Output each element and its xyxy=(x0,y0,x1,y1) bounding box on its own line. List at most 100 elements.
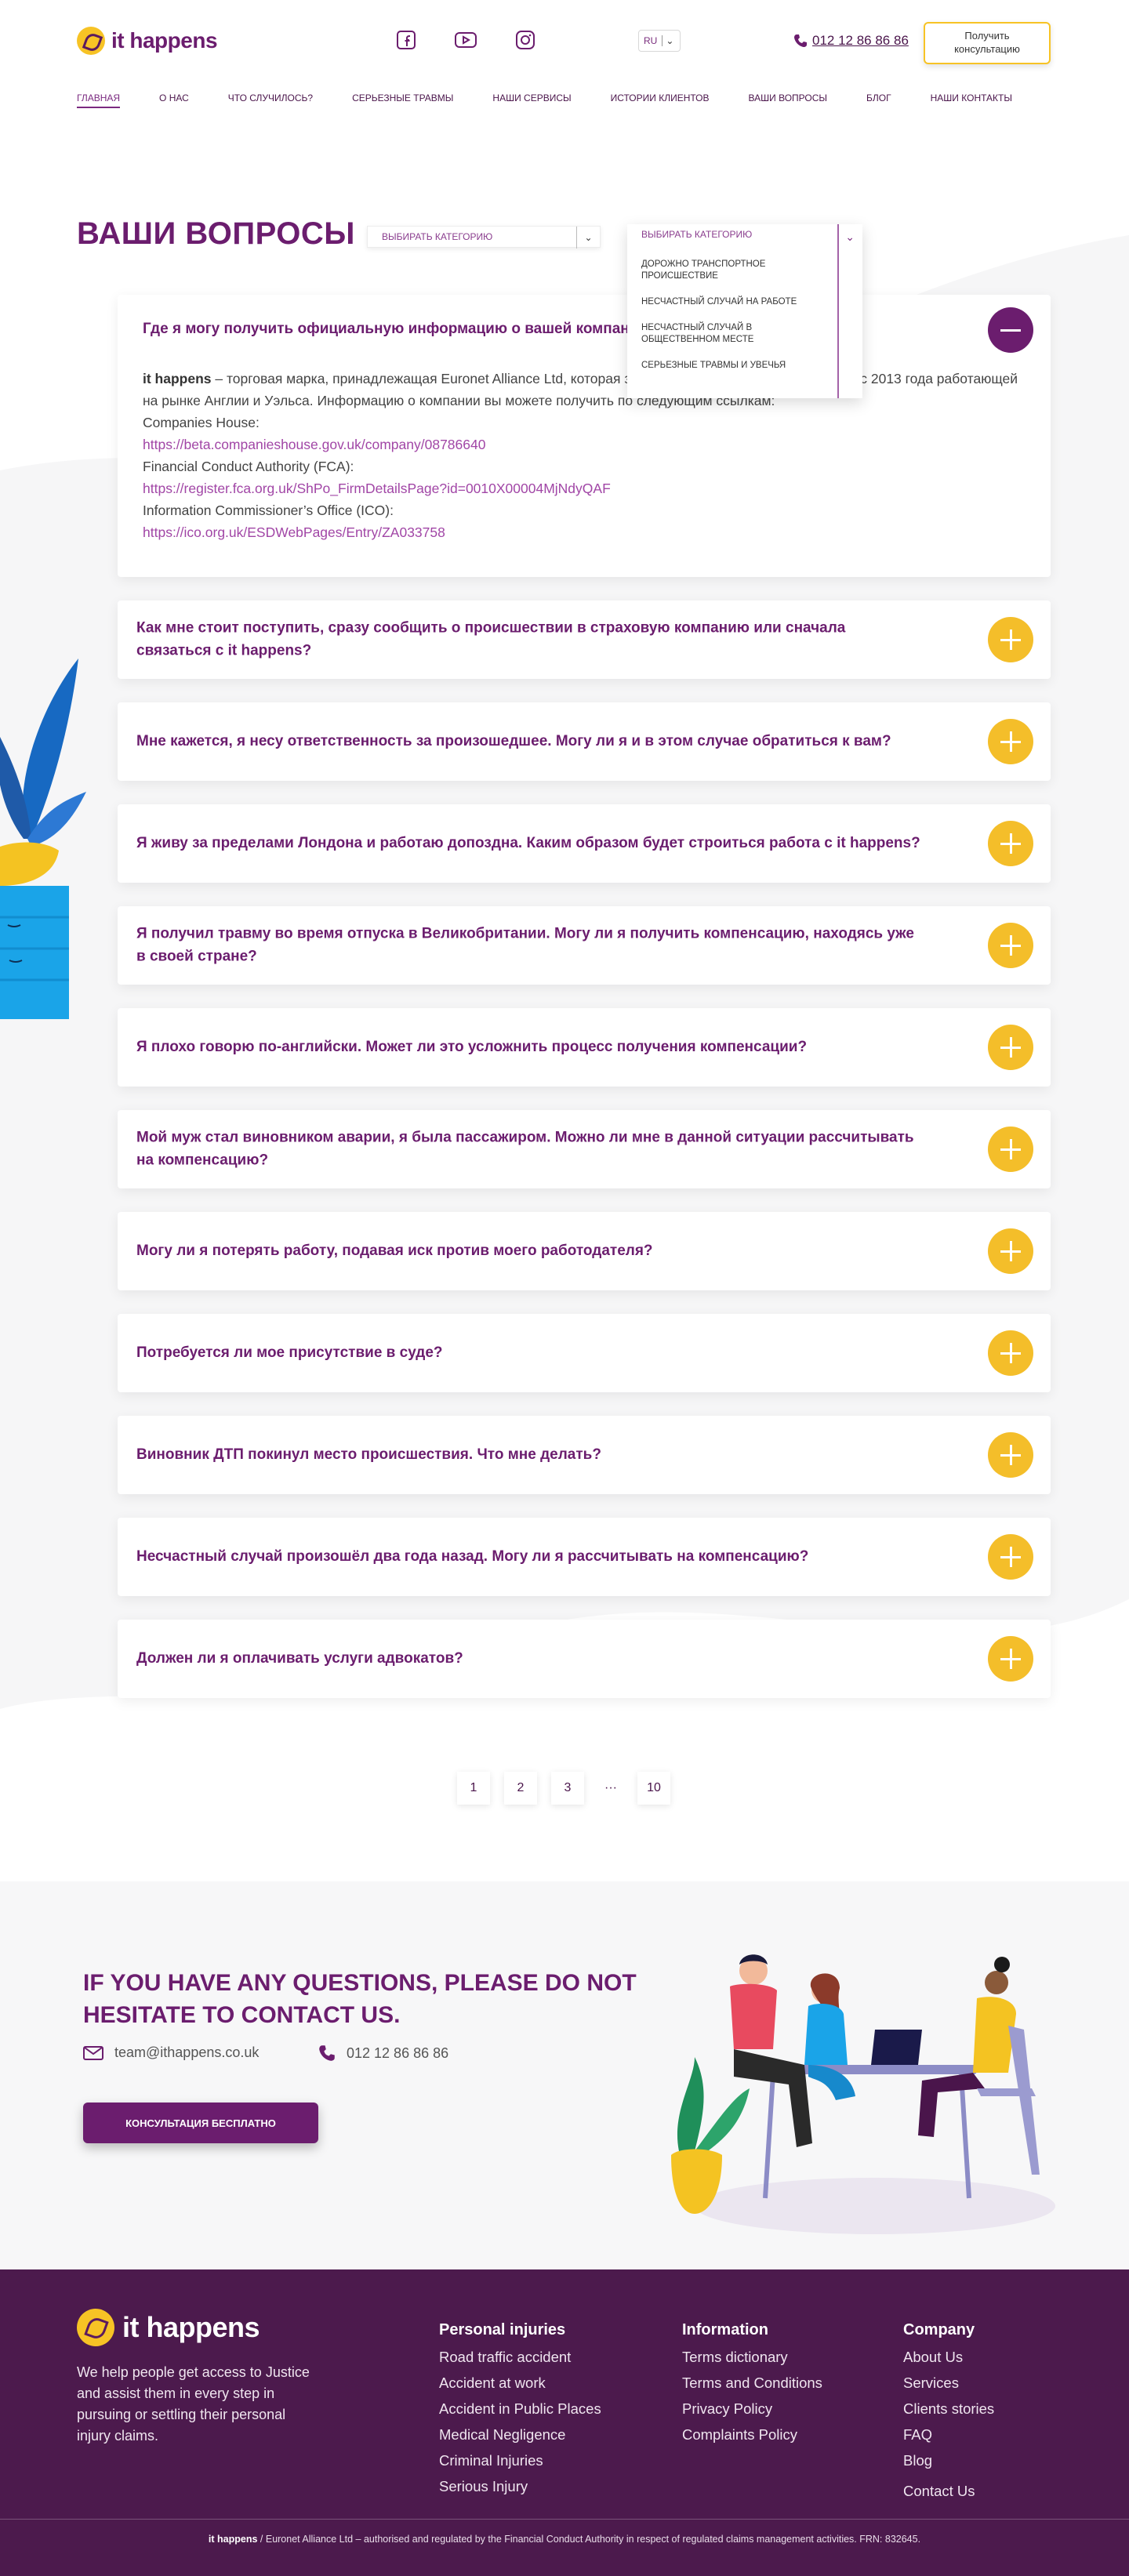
faq-question[interactable]: Мой муж стал виновником аварии, я была п… xyxy=(136,1127,920,1172)
footer-link[interactable]: About Us xyxy=(903,2344,994,2370)
faq-item[interactable]: Как мне стоит поступить, сразу сообщить … xyxy=(118,600,1051,679)
faq-item-open: Где я могу получить официальную информац… xyxy=(118,295,1051,577)
faq-question[interactable]: Должен ли я оплачивать услуги адвокатов? xyxy=(136,1648,920,1671)
page-link-10[interactable]: 10 xyxy=(637,1772,670,1805)
cta-line-1: Получить xyxy=(964,30,1010,42)
link-ico[interactable]: https://ico.org.uk/ESDWebPages/Entry/ZA0… xyxy=(143,521,1026,543)
dropdown-option-serious-injury[interactable]: Серьезные травмы и увечья xyxy=(641,360,830,372)
footer-logo[interactable]: it happens xyxy=(77,2309,260,2346)
faq-item[interactable]: Я плохо говорю по-английски. Может ли эт… xyxy=(118,1008,1051,1087)
contact-title: IF YOU HAVE ANY QUESTIONS, PLEASE DO NOT… xyxy=(83,1970,637,2028)
mail-icon xyxy=(83,2045,103,2060)
expand-icon[interactable] xyxy=(988,821,1033,866)
link-companies-house[interactable]: https://beta.companieshouse.gov.uk/compa… xyxy=(143,434,1026,455)
faq-question[interactable]: Мне кажется, я несу ответственность за п… xyxy=(136,731,920,753)
faq-item[interactable]: Виновник ДТП покинул место происшествия.… xyxy=(118,1416,1051,1494)
nav-item-client-stories[interactable]: Истории клиентов xyxy=(611,93,710,108)
nav-item-about[interactable]: О нас xyxy=(159,93,189,108)
footer-link[interactable]: Clients stories xyxy=(903,2396,994,2422)
contact-email[interactable]: team@ithappens.co.uk xyxy=(83,2044,259,2061)
nav-item-faq[interactable]: Ваши вопросы xyxy=(749,93,828,108)
expand-icon[interactable] xyxy=(988,1025,1033,1070)
nav-item-home[interactable]: Главная xyxy=(77,93,121,108)
expand-icon[interactable] xyxy=(988,1127,1033,1172)
footer-link[interactable]: Accident in Public Places xyxy=(439,2396,601,2422)
footer-link[interactable]: Services xyxy=(903,2370,994,2396)
facebook-icon[interactable] xyxy=(394,28,418,52)
nav-item-serious-injuries[interactable]: Серьезные травмы xyxy=(352,93,453,108)
answer-label-companies-house: Companies House: xyxy=(143,414,260,430)
contact-phone[interactable]: 012 12 86 86 86 xyxy=(318,2044,448,2062)
faq-item[interactable]: Я получил травму во время отпуска в Вели… xyxy=(118,906,1051,985)
header-phone-number: 012 12 86 86 86 xyxy=(812,33,909,48)
faq-question[interactable]: Я живу за пределами Лондона и работаю до… xyxy=(136,833,920,855)
footer-link[interactable]: Blog xyxy=(903,2447,994,2473)
footer-legal: it happens / Euronet Alliance Ltd – auth… xyxy=(0,2519,1129,2545)
expand-icon[interactable] xyxy=(988,1534,1033,1580)
collapse-icon[interactable] xyxy=(988,307,1033,353)
footer-col-company: Company About Us Services Clients storie… xyxy=(903,2321,994,2504)
footer-link[interactable]: Accident at work xyxy=(439,2370,601,2396)
dropdown-option-road-accident[interactable]: Дорожно транспортное происшествие xyxy=(641,259,830,282)
header-phone[interactable]: 012 12 86 86 86 xyxy=(793,33,909,49)
footer-link[interactable]: Serious Injury xyxy=(439,2473,601,2499)
footer-link[interactable]: Criminal Injuries xyxy=(439,2447,601,2473)
expand-icon[interactable] xyxy=(988,1432,1033,1478)
contact-email-text: team@ithappens.co.uk xyxy=(114,2044,260,2060)
contact-phone-text: 012 12 86 86 86 xyxy=(347,2044,449,2061)
link-fca[interactable]: https://register.fca.org.uk/ShPo_FirmDet… xyxy=(143,477,1026,499)
faq-item[interactable]: Должен ли я оплачивать услуги адвокатов? xyxy=(118,1620,1051,1698)
youtube-icon[interactable] xyxy=(454,28,477,52)
language-value: RU xyxy=(644,35,658,46)
faq-item[interactable]: Потребуется ли мое присутствие в суде? xyxy=(118,1314,1051,1392)
footer-link[interactable]: Privacy Policy xyxy=(682,2396,822,2422)
footer-link[interactable]: Terms and Conditions xyxy=(682,2370,822,2396)
faq-item[interactable]: Несчастный случай произошёл два года наз… xyxy=(118,1518,1051,1596)
faq-question[interactable]: Виновник ДТП покинул место происшествия.… xyxy=(136,1444,920,1467)
faq-question[interactable]: Я плохо говорю по-английски. Может ли эт… xyxy=(136,1036,920,1059)
faq-item[interactable]: Мне кажется, я несу ответственность за п… xyxy=(118,702,1051,781)
faq-question[interactable]: Могу ли я потерять работу, подавая иск п… xyxy=(136,1240,920,1263)
footer-link[interactable]: Medical Negligence xyxy=(439,2422,601,2447)
expand-icon[interactable] xyxy=(988,1636,1033,1682)
faq-question[interactable]: Я получил травму во время отпуска в Вели… xyxy=(136,923,920,968)
footer-link[interactable]: FAQ xyxy=(903,2422,994,2447)
get-consultation-button[interactable]: Получить консультацию xyxy=(924,22,1051,64)
logo[interactable]: it happens xyxy=(77,27,218,55)
free-consultation-button[interactable]: Консультация бесплатно xyxy=(83,2103,318,2143)
expand-icon[interactable] xyxy=(988,617,1033,662)
chevron-down-icon: ⌄ xyxy=(576,227,600,249)
category-select[interactable]: ВЫБИРАТЬ КАТЕГОРИЮ ⌄ xyxy=(367,226,601,249)
site-footer: it happens We help people get access to … xyxy=(0,2269,1129,2576)
dropdown-option-work-accident[interactable]: Несчастный случай на работе xyxy=(641,296,830,308)
page-link-2[interactable]: 2 xyxy=(504,1772,537,1805)
nav-item-what-happened[interactable]: Что случилось? xyxy=(228,93,313,108)
dropdown-option-public-accident[interactable]: Несчастный случай в общественном месте xyxy=(641,322,830,346)
plant-illustration xyxy=(0,659,86,1019)
page-link-1[interactable]: 1 xyxy=(457,1772,490,1805)
chevron-down-icon[interactable]: ⌄ xyxy=(845,230,855,244)
page-link-3[interactable]: 3 xyxy=(551,1772,584,1805)
faq-question[interactable]: Несчастный случай произошёл два года наз… xyxy=(136,1546,920,1569)
expand-icon[interactable] xyxy=(988,719,1033,764)
instagram-icon[interactable] xyxy=(514,28,537,52)
language-selector[interactable]: RU ⌄ xyxy=(638,30,681,52)
footer-link[interactable]: Contact Us xyxy=(903,2478,994,2504)
faq-item[interactable]: Я живу за пределами Лондона и работаю до… xyxy=(118,804,1051,883)
expand-icon[interactable] xyxy=(988,1228,1033,1274)
nav-item-services[interactable]: Наши сервисы xyxy=(492,93,571,108)
expand-icon[interactable] xyxy=(988,1330,1033,1376)
footer-link[interactable]: Complaints Policy xyxy=(682,2422,822,2447)
faq-question[interactable]: Как мне стоит поступить, сразу сообщить … xyxy=(136,618,920,662)
nav-item-contacts[interactable]: Наши контакты xyxy=(931,93,1012,108)
page-title: ВАШИ ВОПРОСЫ xyxy=(77,216,355,251)
expand-icon[interactable] xyxy=(988,923,1033,968)
cta-line-2: консультацию xyxy=(954,43,1020,55)
footer-link[interactable]: Terms dictionary xyxy=(682,2344,822,2370)
faq-question[interactable]: Потребуется ли мое присутствие в суде? xyxy=(136,1342,920,1365)
footer-link[interactable]: Road traffic accident xyxy=(439,2344,601,2370)
faq-item[interactable]: Могу ли я потерять работу, подавая иск п… xyxy=(118,1212,1051,1290)
nav-item-blog[interactable]: Блог xyxy=(866,93,891,108)
answer-text: – торговая марка, принадлежащая Euronet … xyxy=(143,370,1018,408)
faq-item[interactable]: Мой муж стал виновником аварии, я была п… xyxy=(118,1110,1051,1188)
